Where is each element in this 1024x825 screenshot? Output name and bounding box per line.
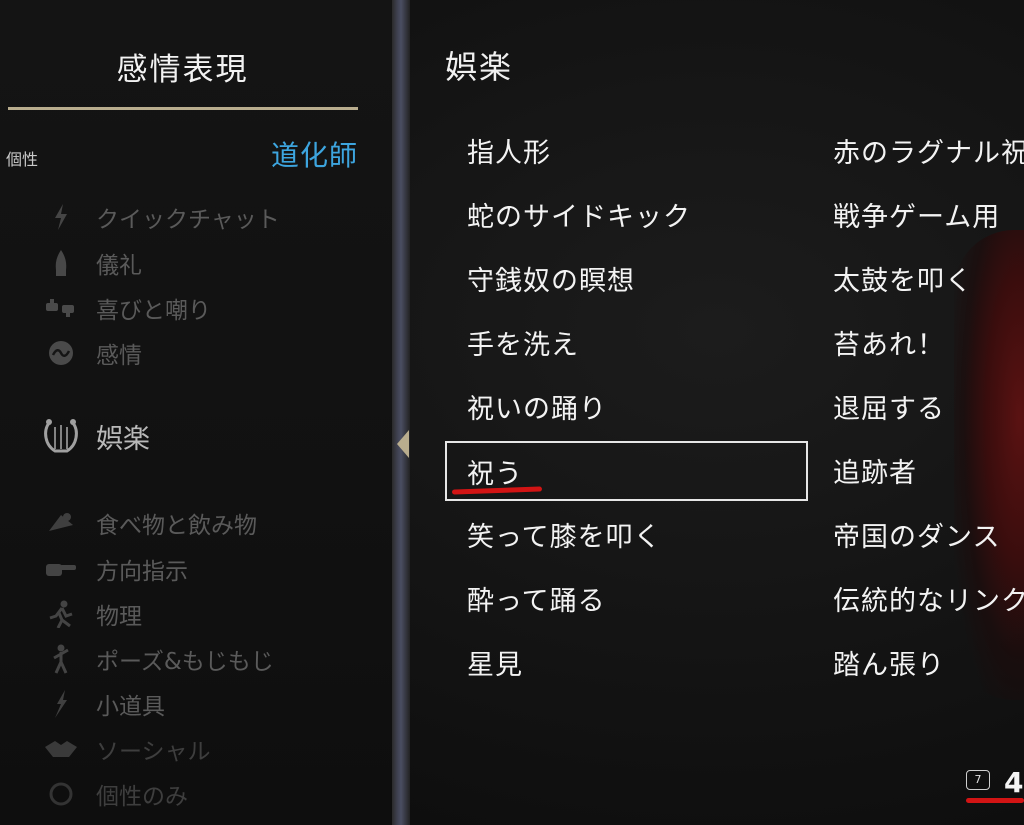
handshake-icon [44, 735, 78, 763]
category-food-drink[interactable]: 食べ物と飲み物 [44, 505, 257, 541]
panel-title: 感情表現 [116, 52, 249, 88]
emote-item[interactable]: 指人形 [467, 126, 551, 174]
emote-screen: 感情表現 個性 道化師 クイックチャット 儀礼 喜びと嘲り 感情 娯楽 食べ物と… [0, 0, 1024, 825]
category-label: 儀礼 [96, 253, 142, 279]
emote-item[interactable]: 赤のラグナル祝 [833, 126, 1024, 174]
emote-item[interactable]: 太鼓を叩く [833, 254, 973, 302]
category-poses[interactable]: ポーズ&もじもじ [44, 641, 274, 677]
category-personality-only[interactable]: 個性のみ [44, 776, 188, 812]
keybind-hint-icon: 7 [966, 770, 990, 790]
personality-label: 個性 [6, 150, 39, 169]
category-emotions[interactable]: 感情 [44, 335, 142, 371]
emote-item[interactable]: 蛇のサイドキック [467, 190, 691, 238]
emote-item[interactable]: 追跡者 [833, 446, 917, 494]
annotation-underline [966, 798, 1024, 803]
praying-hands-icon [44, 249, 78, 277]
category-social[interactable]: ソーシャル [44, 731, 211, 767]
bolt-icon [44, 203, 78, 231]
emote-item[interactable]: 守銭奴の瞑想 [467, 254, 635, 302]
category-ceremony[interactable]: 儀礼 [44, 245, 142, 281]
category-label: 個性のみ [96, 784, 188, 810]
footer-count: 4 [1004, 766, 1024, 799]
prop-icon [44, 690, 78, 718]
emote-list-panel: 娯楽 指人形 蛇のサイドキック 守銭奴の瞑想 手を洗え 祝いの踊り 祝う 笑って… [410, 0, 1024, 825]
category-label: 感情 [96, 343, 142, 369]
section-title: 娯楽 [445, 48, 514, 86]
category-quickchat[interactable]: クイックチャット [44, 199, 280, 235]
posing-figure-icon [44, 644, 78, 674]
emote-item[interactable]: 手を洗え [467, 318, 579, 366]
category-label: ソーシャル [96, 739, 211, 765]
category-label: ポーズ&もじもじ [96, 649, 274, 675]
emote-item[interactable]: 酔って踊る [467, 574, 606, 622]
category-label: 食べ物と飲み物 [96, 513, 257, 539]
category-entertainment[interactable]: 娯楽 [40, 418, 150, 455]
running-figure-icon [44, 600, 78, 628]
lyre-icon [40, 419, 82, 453]
category-label: 小道具 [96, 694, 165, 720]
emote-item[interactable]: 帝国のダンス [833, 510, 1000, 558]
emote-item[interactable]: 戦争ゲーム用 [833, 190, 1000, 238]
emote-item[interactable]: 祝いの踊り [467, 382, 607, 430]
personality-value[interactable]: 道化師 [271, 134, 358, 174]
category-label: 喜びと嘲り [96, 298, 211, 324]
emote-item[interactable]: 踏ん張り [833, 638, 945, 686]
title-divider [8, 107, 358, 110]
emote-item[interactable]: 苔あれ！ [833, 318, 945, 366]
pointing-hand-icon [44, 555, 78, 583]
category-label: クイックチャット [96, 207, 280, 233]
category-directions[interactable]: 方向指示 [44, 551, 188, 587]
food-icon [44, 509, 78, 537]
category-physical[interactable]: 物理 [44, 596, 142, 632]
category-cheers-jeers[interactable]: 喜びと嘲り [44, 290, 211, 326]
panel-divider [392, 0, 410, 825]
emote-item[interactable]: 星見 [467, 638, 523, 686]
emote-item[interactable]: 退屈する [833, 382, 945, 430]
thumbs-up-down-icon [44, 294, 78, 322]
category-label: 方向指示 [96, 559, 188, 585]
emote-item[interactable]: 伝統的なリンク [833, 574, 1024, 622]
category-props[interactable]: 小道具 [44, 686, 165, 722]
divider-arrow-icon [397, 430, 409, 458]
emote-item[interactable]: 笑って膝を叩く [467, 510, 662, 558]
personality-icon [44, 780, 78, 808]
category-label: 娯楽 [96, 423, 150, 455]
category-label: 物理 [96, 604, 142, 630]
emote-category-panel: 感情表現 個性 道化師 クイックチャット 儀礼 喜びと嘲り 感情 娯楽 食べ物と… [0, 0, 392, 825]
mood-icon [44, 339, 78, 367]
